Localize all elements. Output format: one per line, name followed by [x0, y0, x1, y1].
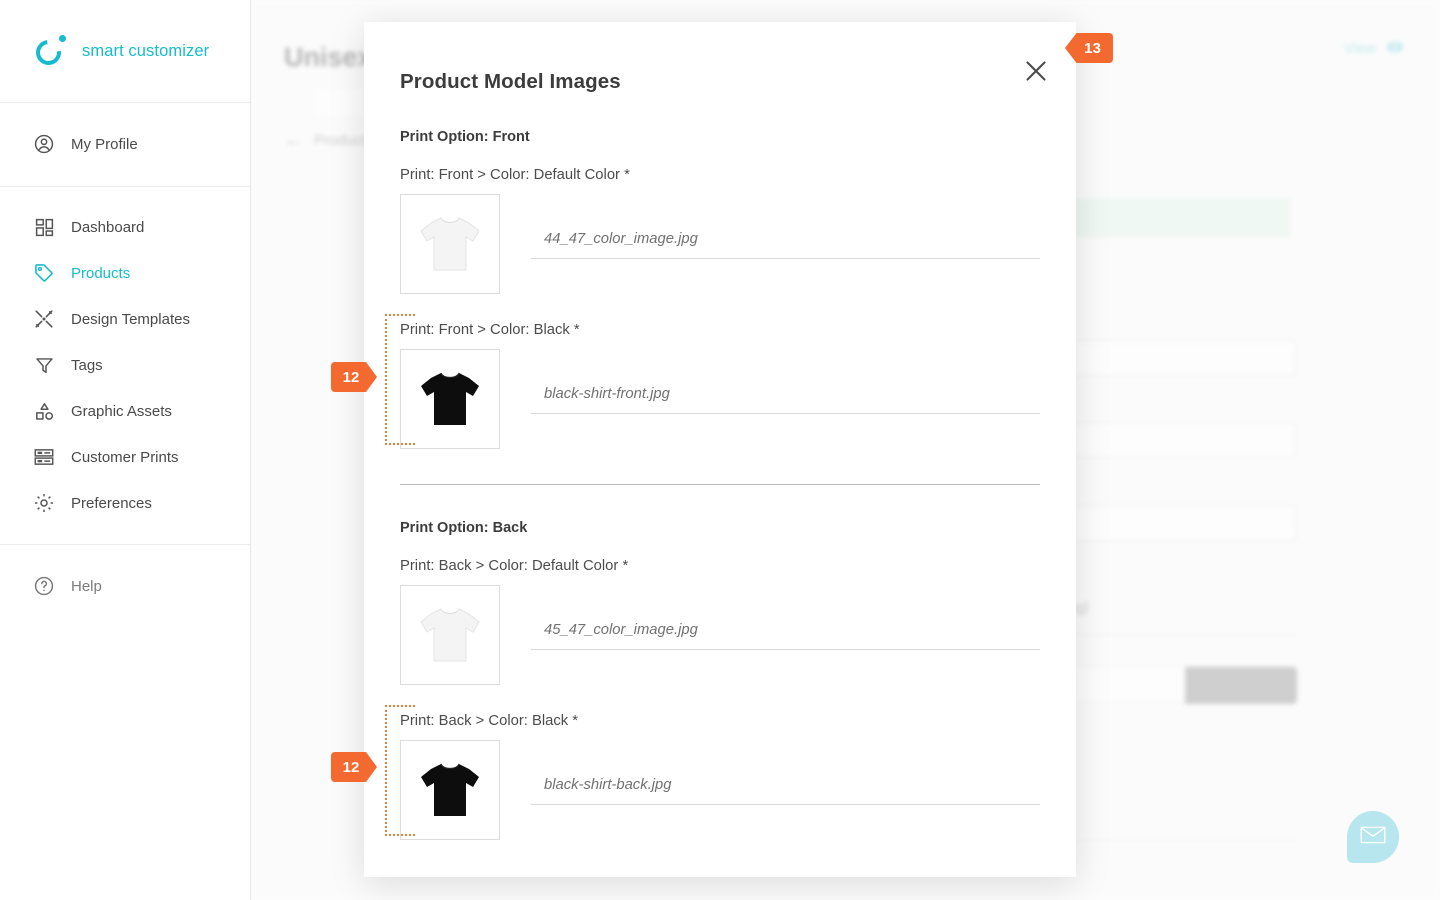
filename-field[interactable]: 44_47_color_image.jpg	[531, 230, 1040, 259]
filename-field[interactable]: black-shirt-back.jpg	[531, 776, 1040, 805]
modal-title: Product Model Images	[400, 70, 621, 93]
asset-group-back-black: Print: Back > Color: Black * black-shirt…	[385, 705, 1040, 840]
thumbnail-black-tshirt[interactable]	[400, 740, 500, 840]
asset-row: 44_47_color_image.jpg	[400, 194, 1040, 294]
asset-row: black-shirt-front.jpg	[400, 349, 1040, 449]
asset-label: Print: Back > Color: Black *	[400, 713, 579, 729]
thumbnail-black-tshirt[interactable]	[400, 349, 500, 449]
filename-text: black-shirt-front.jpg	[544, 385, 670, 402]
app-root: Unisex C ← Products View sions: .jpg,.jp…	[0, 0, 1440, 900]
filename-text: 45_47_color_image.jpg	[544, 621, 698, 638]
modal-body: Product Model Images Print Option: Front…	[364, 22, 1076, 840]
asset-row: black-shirt-back.jpg	[400, 740, 1040, 840]
filename-field[interactable]: 45_47_color_image.jpg	[531, 621, 1040, 650]
asset-group-front-black: Print: Front > Color: Black * black-shir…	[385, 314, 1040, 449]
asset-group-front-default: Print: Front > Color: Default Color * 44…	[400, 167, 1040, 294]
filename-field[interactable]: black-shirt-front.jpg	[531, 385, 1040, 414]
thumbnail-white-tshirt[interactable]	[400, 194, 500, 294]
modal-overlay: Product Model Images Print Option: Front…	[0, 0, 1440, 900]
section-heading-front: Print Option: Front	[400, 129, 530, 145]
asset-label: Print: Back > Color: Default Color *	[400, 558, 629, 574]
asset-label: Print: Front > Color: Black *	[400, 322, 580, 338]
filename-text: black-shirt-back.jpg	[544, 776, 672, 793]
product-model-images-modal: Product Model Images Print Option: Front…	[364, 22, 1076, 877]
asset-row: 45_47_color_image.jpg	[400, 585, 1040, 685]
filename-text: 44_47_color_image.jpg	[544, 230, 698, 247]
asset-group-back-default: Print: Back > Color: Default Color * 45_…	[400, 558, 1040, 685]
close-icon[interactable]	[1023, 58, 1049, 84]
thumbnail-white-tshirt[interactable]	[400, 585, 500, 685]
section-divider	[400, 484, 1040, 485]
section-heading-back: Print Option: Back	[400, 520, 528, 536]
asset-label: Print: Front > Color: Default Color *	[400, 167, 630, 183]
